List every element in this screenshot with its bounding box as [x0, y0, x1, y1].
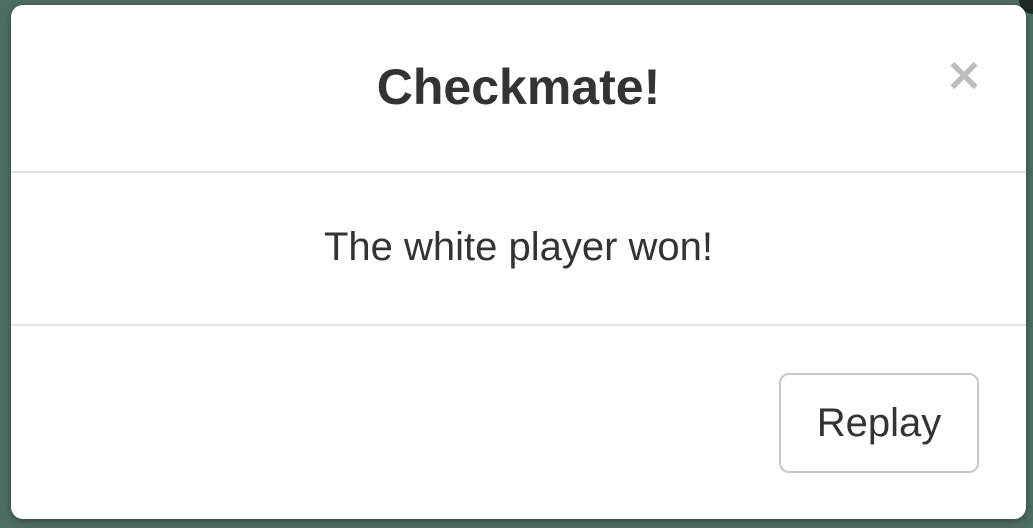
dialog-title: Checkmate! [376, 59, 661, 115]
close-button[interactable]: × [939, 49, 989, 99]
dialog-body: The white player won! [11, 173, 1026, 326]
dialog-footer: Replay [11, 326, 1026, 519]
checkmate-dialog: Checkmate! × The white player won! Repla… [11, 5, 1026, 519]
winner-message: The white player won! [323, 225, 714, 269]
dialog-header: Checkmate! × [11, 5, 1026, 173]
replay-button[interactable]: Replay [779, 373, 979, 473]
close-icon: × [944, 47, 984, 101]
